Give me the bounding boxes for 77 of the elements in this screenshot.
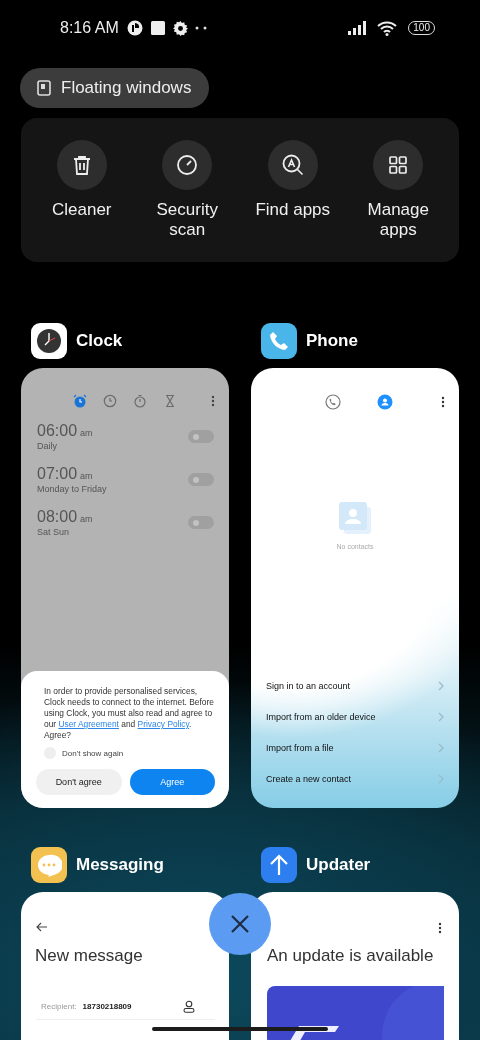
recipient-label: Recipient:: [41, 1002, 77, 1011]
chevron-icon: [438, 711, 444, 722]
option-label: Create a new contact: [266, 773, 352, 784]
consent-text: In order to provide personalised services, Clock needs to connect to the internet. Before using Clock, you must also read and agree to our User Agreement and Privacy Policy. Agree?: [44, 686, 215, 741]
option-row[interactable]: Import from an older device: [251, 701, 459, 732]
back-arrow-icon[interactable]: [36, 922, 48, 932]
alarm-period: am: [80, 514, 93, 524]
app-name: Messaging: [76, 855, 164, 875]
app-preview-card[interactable]: An update is available: [251, 892, 459, 1040]
alarm-toggle[interactable]: [188, 516, 214, 529]
alarm-time: 06:00: [37, 422, 78, 440]
notification-icon: [126, 20, 143, 36]
app-name: Updater: [306, 855, 371, 875]
action-label: Security scan: [155, 200, 219, 240]
phone-tab-icon[interactable]: [325, 394, 341, 410]
option-label: Sign in to an account: [266, 680, 351, 691]
stopwatch-tab-icon[interactable]: [133, 394, 147, 408]
security-button[interactable]: [162, 140, 213, 190]
alarm-time: 07:00: [37, 465, 78, 483]
person-icon[interactable]: [183, 1000, 195, 1013]
wifi-icon: [377, 20, 398, 36]
alarm-period: am: [80, 428, 93, 438]
grid-icon: [387, 154, 410, 176]
floating-windows-button[interactable]: Floating windows: [20, 68, 210, 108]
policy-link[interactable]: User Agreement: [58, 719, 119, 729]
clock-app-icon: [31, 323, 67, 359]
cleaner-button[interactable]: [56, 140, 107, 190]
manage-button[interactable]: [373, 140, 424, 190]
option-row[interactable]: Import from a file: [251, 732, 459, 763]
phone-app-icon: [261, 323, 297, 359]
action-label: Manage apps: [366, 200, 430, 240]
alarm-toggle[interactable]: [188, 473, 214, 486]
square-icon: [149, 20, 166, 36]
app-name: Clock: [76, 331, 123, 351]
settings-icon: [172, 20, 188, 36]
menu-icon[interactable]: [441, 396, 445, 408]
action-label: Cleaner: [50, 200, 113, 220]
alarm-repeat: Sat Sun: [37, 527, 71, 537]
gauge-icon: [176, 154, 199, 176]
screen-title: An update is available: [267, 946, 435, 966]
close-icon: [229, 913, 251, 935]
checkbox-label: Don't show again: [62, 748, 124, 758]
option-row[interactable]: Create a new contact: [251, 763, 459, 794]
window-icon: [37, 80, 51, 96]
updater-app-icon: [261, 847, 297, 883]
screen-title: New message: [35, 946, 144, 966]
option-row[interactable]: Sign in to an account: [251, 670, 459, 701]
more-icon: [194, 26, 207, 30]
timer-tab-icon[interactable]: [163, 394, 177, 408]
app-preview-card[interactable]: New message Recipient: 18730218809: [21, 892, 229, 1040]
alarm-time: 08:00: [37, 508, 78, 526]
option-label: Import from a file: [266, 742, 334, 753]
chevron-icon: [438, 773, 444, 784]
find-button[interactable]: [267, 140, 318, 190]
messaging-app-icon: [31, 847, 67, 883]
decline-button[interactable]: Don't agree: [36, 769, 122, 795]
recipient-field[interactable]: Recipient: 18730218809: [36, 996, 215, 1020]
alarm-toggle[interactable]: [188, 430, 214, 443]
alarm-period: am: [80, 471, 93, 481]
agree-button[interactable]: Agree: [129, 769, 215, 795]
app-preview-card[interactable]: [21, 368, 229, 808]
chevron-icon: [438, 680, 444, 691]
action-label: Find apps: [254, 200, 332, 220]
status-time: 8:16 AM: [60, 19, 119, 37]
menu-icon[interactable]: [438, 922, 442, 934]
contact-card-icon: [339, 502, 371, 534]
app-name: Phone: [306, 331, 358, 351]
floating-windows-label: Floating windows: [61, 78, 192, 98]
search-icon: [280, 153, 305, 177]
chevron-icon: [438, 742, 444, 753]
alarm-repeat: Daily: [37, 441, 58, 451]
recipient-value: 18730218809: [82, 1002, 132, 1011]
alarm-repeat: Monday to Friday: [37, 484, 107, 494]
alarm-tab-icon[interactable]: [73, 394, 87, 408]
clock-tab-icon[interactable]: [103, 394, 117, 408]
option-label: Import from an older device: [266, 711, 376, 722]
contacts-tab-icon[interactable]: [377, 394, 393, 410]
